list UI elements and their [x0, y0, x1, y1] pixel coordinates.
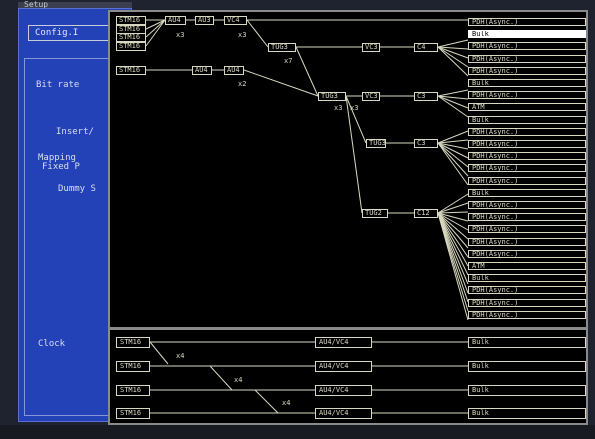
payload-list-item[interactable]: PDH(Async.)	[468, 140, 586, 148]
multiplier-label: x7	[284, 57, 293, 65]
container-node[interactable]: C12	[414, 209, 438, 218]
source-node-stm16[interactable]: STM16	[116, 42, 146, 51]
clock-payload-node[interactable]: Bulk	[468, 408, 586, 419]
payload-list-item[interactable]: PDH(Async.)	[468, 213, 586, 222]
clock-source-node[interactable]: STM16	[116, 337, 150, 348]
payload-list-item[interactable]: PDH(Async.)	[468, 237, 586, 246]
aug-node[interactable]: AU4	[224, 66, 244, 75]
payload-list-item[interactable]: PDH(Async.)	[468, 18, 586, 26]
clock-source-node[interactable]: STM16	[116, 361, 150, 372]
multiplier-label: x3	[334, 104, 343, 112]
multiplier-label: x2	[238, 80, 247, 88]
tug-node[interactable]: TUG3	[366, 139, 386, 148]
payload-list-item[interactable]: PDH(Async.)	[468, 225, 586, 234]
multiplier-label: x4	[282, 399, 291, 407]
source-node-stm16[interactable]: STM16	[116, 16, 146, 25]
payload-list-item[interactable]: Bulk	[468, 274, 586, 283]
multiplier-label: x3	[176, 31, 185, 39]
payload-list-item[interactable]: Bulk	[468, 115, 586, 124]
payload-list-item[interactable]: ATM	[468, 262, 586, 270]
payload-list-item[interactable]: PDH(Async.)	[468, 127, 586, 136]
payload-list-item[interactable]: PDH(Async.)	[468, 249, 586, 258]
clock-source-node[interactable]: STM16	[116, 408, 150, 419]
vc-node[interactable]: VC3	[362, 43, 380, 52]
payload-list-item[interactable]: Bulk	[468, 79, 586, 87]
tug-node[interactable]: TUG2	[362, 209, 388, 218]
payload-list-item[interactable]: PDH(Async.)	[468, 91, 586, 100]
clock-path-node[interactable]: AU4/VC4	[315, 385, 372, 396]
payload-list-item[interactable]: PDH(Async.)	[468, 164, 586, 173]
container-node[interactable]: C4	[414, 43, 438, 52]
multiplier-label: x4	[234, 376, 243, 384]
clock-path-node[interactable]: AU4/VC4	[315, 337, 372, 348]
clock-source-node[interactable]: STM16	[116, 385, 150, 396]
payload-list-item[interactable]: Bulk	[468, 188, 586, 197]
payload-list-item[interactable]: PDH(Async.)	[468, 152, 586, 161]
status-bar	[0, 425, 595, 439]
payload-list-item[interactable]: PDH(Async.)	[468, 66, 586, 75]
payload-list-item[interactable]: ATM	[468, 103, 586, 112]
aug-node[interactable]: AU3	[195, 16, 214, 25]
container-node[interactable]: C3	[414, 139, 438, 148]
source-node-stm16[interactable]: STM16	[116, 33, 146, 42]
clock-payload-node[interactable]: Bulk	[468, 337, 586, 348]
multiplier-label: x4	[176, 352, 185, 360]
tug-node[interactable]: TUG3	[268, 43, 296, 52]
payload-list-item[interactable]: Bulk	[468, 30, 586, 39]
tug-node[interactable]: TUG3	[318, 92, 346, 101]
clock-path-node[interactable]: AU4/VC4	[315, 361, 372, 372]
payload-list-item[interactable]: PDH(Async.)	[468, 54, 586, 63]
payload-list-item[interactable]: PDH(Async.)	[468, 42, 586, 51]
clock-payload-node[interactable]: Bulk	[468, 361, 586, 372]
clock-payload-node[interactable]: Bulk	[468, 385, 586, 396]
vc-node[interactable]: VC4	[224, 16, 247, 25]
multiplier-label: x3	[350, 104, 359, 112]
multiplier-label: x3	[238, 31, 247, 39]
container-node[interactable]: C3	[414, 92, 438, 101]
vc-node[interactable]: VC3	[362, 92, 380, 101]
payload-list-item[interactable]: PDH(Async.)	[468, 201, 586, 209]
payload-list-item[interactable]: PDH(Async.)	[468, 310, 586, 319]
payload-list-item[interactable]: PDH(Async.)	[468, 176, 586, 185]
aug-node[interactable]: AU4	[165, 16, 186, 25]
payload-list-item[interactable]: PDH(Async.)	[468, 286, 586, 295]
aug-node[interactable]: AU4	[192, 66, 212, 75]
payload-list-item[interactable]: PDH(Async.)	[468, 298, 586, 307]
source-node-stm16[interactable]: STM16	[116, 66, 146, 75]
clock-path-node[interactable]: AU4/VC4	[315, 408, 372, 419]
